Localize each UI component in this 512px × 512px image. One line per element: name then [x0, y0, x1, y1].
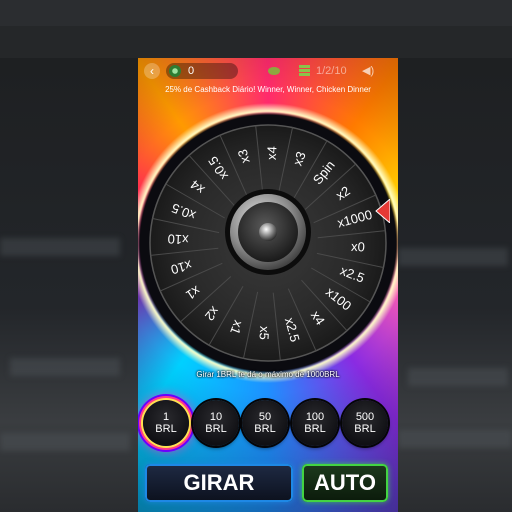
bet-chip-50[interactable]: 50 BRL — [242, 400, 288, 446]
bet-currency: BRL — [304, 423, 326, 435]
browser-top-bar — [0, 0, 512, 26]
wheel-segment-label: x4 — [264, 146, 280, 161]
background-right — [398, 58, 512, 512]
balance-display: 0 — [166, 63, 238, 79]
wheel-segment-label: x10 — [167, 231, 189, 247]
wheel-segment-label: x5 — [257, 326, 273, 341]
bet-amount: 1 — [162, 411, 170, 423]
coins-stack-icon — [299, 65, 310, 77]
bet-amount: 10 — [209, 411, 223, 423]
bet-amount: 100 — [305, 411, 325, 423]
speaker-icon[interactable] — [224, 188, 312, 276]
balance-value: 0 — [188, 65, 195, 77]
bet-chip-10[interactable]: 10 BRL — [193, 400, 239, 446]
speaker-icon[interactable]: ◀) — [362, 63, 374, 79]
chevron-left-icon: ‹ — [150, 64, 154, 78]
info-text: Girar 1BRL te dá o máximo de 1000BRL — [196, 370, 340, 379]
bet-chip-100[interactable]: 100 BRL — [292, 400, 338, 446]
game-frame: ‹ 0 1/2/10 ◀) 25% de Cashback Diário! Wi… — [138, 58, 398, 512]
background-left — [0, 58, 138, 512]
eye-icon[interactable] — [268, 67, 280, 75]
bet-amount: 50 — [258, 411, 272, 423]
wheel-pointer — [375, 199, 390, 223]
bet-chip-1[interactable]: 1 BRL — [143, 400, 189, 446]
auto-button[interactable]: AUTO — [302, 464, 388, 502]
game-hud: ‹ 0 1/2/10 ◀) — [138, 58, 398, 84]
bet-currency: BRL — [354, 423, 376, 435]
score-text: 1/2/10 — [316, 65, 347, 77]
bet-currency: BRL — [155, 423, 177, 435]
back-button[interactable]: ‹ — [144, 63, 160, 79]
bet-amount: 500 — [355, 411, 375, 423]
wheel-segment-label: x0 — [351, 239, 366, 255]
bet-currency: BRL — [205, 423, 227, 435]
bet-currency: BRL — [254, 423, 276, 435]
browser-toolbar — [0, 26, 512, 59]
bet-selector: 1 BRL 10 BRL 50 BRL 100 BRL 500 BRL — [138, 398, 398, 450]
spin-button[interactable]: GIRAR — [145, 464, 293, 502]
coin-icon — [169, 65, 181, 77]
promo-ticker: 25% de Cashback Diário! Winner, Winner, … — [165, 85, 371, 94]
bet-chip-500[interactable]: 500 BRL — [342, 400, 388, 446]
